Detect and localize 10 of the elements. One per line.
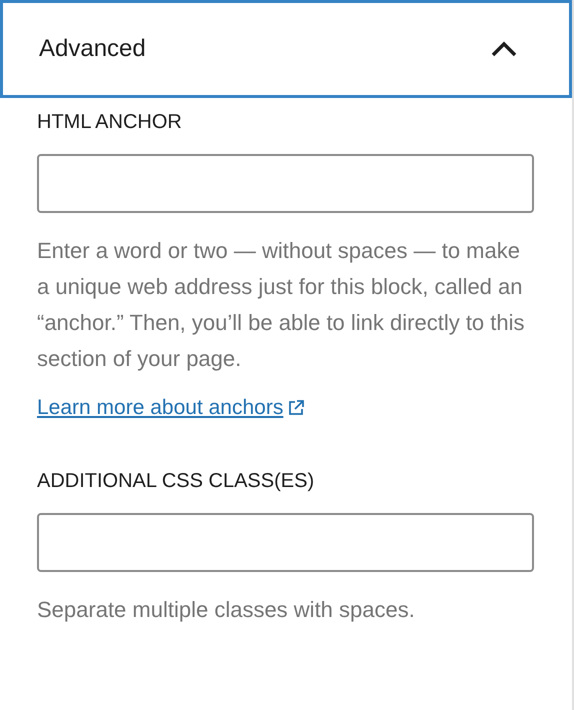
field-label: ADDITIONAL CSS CLASS(ES)	[37, 469, 314, 493]
external-link-icon	[287, 399, 306, 417]
field-label: HTML ANCHOR	[37, 110, 182, 134]
learn-more-link[interactable]: Learn more about anchors	[37, 393, 306, 423]
help-text: Separate multiple classes with spaces.	[37, 596, 416, 624]
panel-header[interactable]: Advanced	[0, 0, 572, 98]
input-field[interactable]	[37, 154, 534, 213]
chevron-up-icon	[491, 41, 517, 57]
help-text: Enter a word or two — without spaces — to make a unique web address just for this block, called an “anchor.” Then, you’ll be able to link directly to this section of your page.	[37, 237, 526, 373]
input-field[interactable]	[37, 513, 534, 572]
